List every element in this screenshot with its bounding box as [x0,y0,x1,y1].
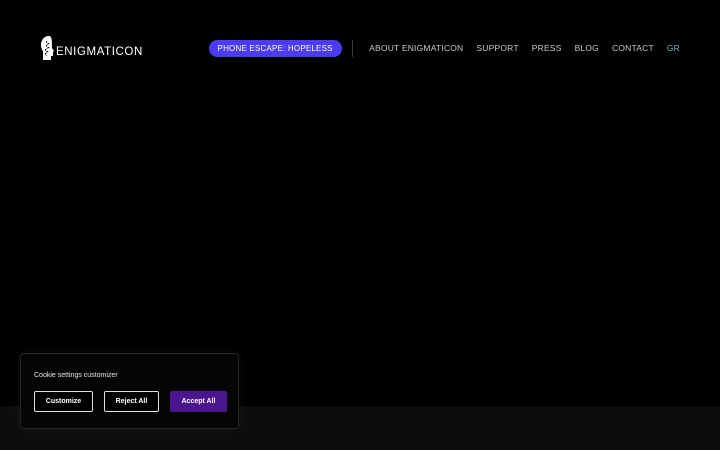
logo-link[interactable]: ENIGMATICON [40,35,143,61]
nav-link-contact[interactable]: CONTACT [612,43,654,53]
page: ENIGMATICON PHONE ESCAPE: HOPELESS ABOUT… [0,0,720,450]
cookie-banner-title: Cookie settings customizer [34,372,118,379]
head-profile-logo-icon [41,36,54,60]
site-header: ENIGMATICON PHONE ESCAPE: HOPELESS ABOUT… [0,0,720,96]
nav-link-about[interactable]: ABOUT ENIGMATICON [369,43,463,53]
accept-all-button[interactable]: Accept All [170,391,227,412]
nav-link-blog[interactable]: BLOG [575,43,599,53]
customize-button[interactable]: Customize [34,391,93,412]
brand-name: ENIGMATICON [56,45,143,58]
cookie-banner: Cookie settings customizer Customize Rej… [20,353,239,429]
phone-escape-cta-button[interactable]: PHONE ESCAPE: HOPELESS [208,39,342,57]
language-switch-link[interactable]: GR [667,43,680,53]
nav-link-support[interactable]: SUPPORT [476,43,518,53]
main-nav: PHONE ESCAPE: HOPELESS ABOUT ENIGMATICON… [208,39,680,57]
nav-divider [351,39,353,57]
nav-link-press[interactable]: PRESS [532,43,562,53]
reject-all-button[interactable]: Reject All [104,391,159,412]
